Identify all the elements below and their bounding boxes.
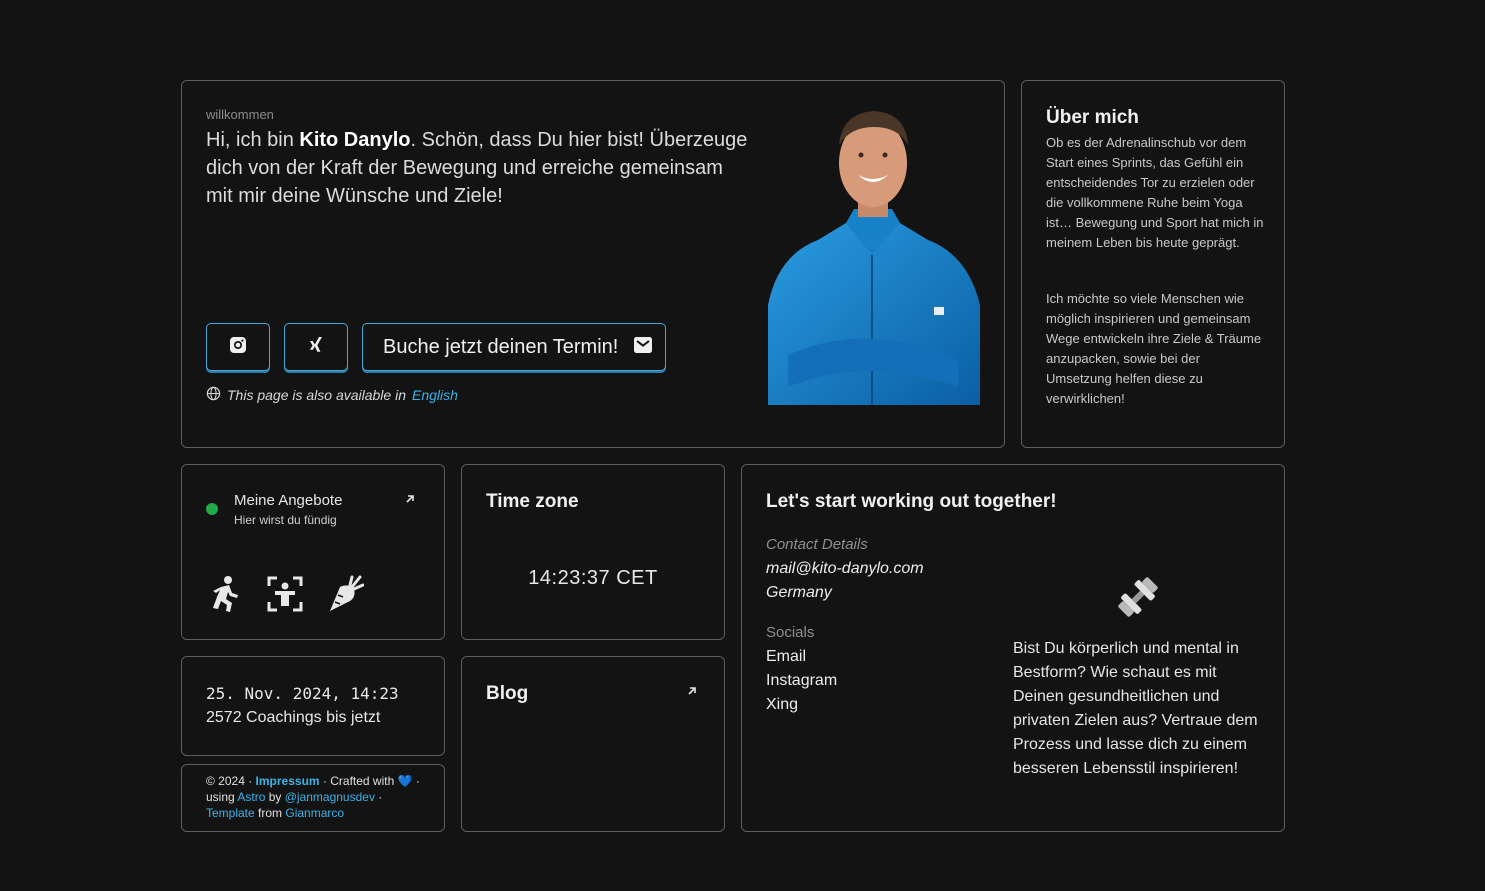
footer-from: from: [254, 806, 286, 820]
language-notice: This page is also available in English: [206, 386, 458, 404]
xing-icon: [308, 336, 324, 359]
current-datetime: 25. Nov. 2024, 14:23: [206, 684, 399, 703]
instagram-button[interactable]: [206, 323, 270, 371]
stats-card: 25. Nov. 2024, 14:23 2572 Coachings bis …: [181, 656, 445, 756]
template-link[interactable]: Template: [206, 806, 255, 820]
status-dot: [206, 503, 218, 515]
envelope-icon: [634, 336, 653, 359]
offers-subtitle: Hier wirst du fündig: [234, 513, 337, 527]
dumbbell-icon: [1114, 573, 1162, 621]
contact-details-label: Contact Details: [766, 536, 868, 553]
hero-intro: Hi, ich bin Kito Danylo. Schön, dass Du …: [206, 126, 754, 210]
globe-icon: [206, 386, 221, 404]
about-card: Über mich Ob es der Adrenalinschub vor d…: [1021, 80, 1285, 448]
book-appointment-button[interactable]: Buche jetzt deinen Termin!: [362, 323, 666, 371]
heart-icon: 💙: [397, 774, 413, 788]
language-notice-text: This page is also available in: [227, 387, 406, 403]
offer-icons: [206, 575, 364, 613]
social-link-instagram[interactable]: Instagram: [766, 672, 837, 690]
footer-using: using: [206, 790, 238, 804]
footer-text: © 2024 · Impressum · Crafted with 💙 · us…: [206, 773, 434, 821]
socials-label: Socials: [766, 624, 815, 641]
timezone-clock: 14:23:37 CET: [528, 567, 658, 589]
profile-photo: [768, 105, 980, 405]
contact-email-link[interactable]: mail@kito-danylo.com: [766, 560, 924, 578]
xing-button[interactable]: [284, 323, 348, 371]
offers-title: Meine Angebote: [234, 492, 343, 509]
arrow-up-right-icon[interactable]: [686, 684, 698, 700]
footer-copyright: © 2024 ·: [206, 774, 256, 788]
social-link-email[interactable]: Email: [766, 648, 806, 666]
coachings-count: 2572 Coachings bis jetzt: [206, 709, 381, 726]
timezone-card: Time zone 14:23:37 CET: [461, 464, 725, 640]
hero-greeting-pre: Hi, ich bin: [206, 129, 300, 151]
hero-name: Kito Danylo: [299, 129, 411, 151]
footer-dot: ·: [412, 774, 420, 788]
offers-card[interactable]: Meine Angebote Hier wirst du fündig: [181, 464, 445, 640]
impressum-link[interactable]: Impressum: [256, 774, 320, 788]
contact-card: Let's start working out together! Contac…: [741, 464, 1285, 832]
footer-by: by: [265, 790, 285, 804]
english-link[interactable]: English: [412, 387, 458, 403]
hero-eyebrow: willkommen: [206, 107, 274, 122]
fitness-scan-icon: [266, 575, 304, 613]
blog-card[interactable]: Blog: [461, 656, 725, 832]
about-title: Über mich: [1046, 107, 1139, 128]
contact-pitch: Bist Du körperlich und mental in Bestfor…: [1013, 640, 1258, 777]
instagram-icon: [229, 336, 247, 359]
book-appointment-label: Buche jetzt deinen Termin!: [383, 335, 619, 358]
about-paragraph-2: Ich möchte so viele Menschen wie möglich…: [1046, 291, 1262, 406]
contact-title: Let's start working out together!: [766, 491, 1057, 512]
footer-crafted: · Crafted with: [319, 774, 398, 788]
social-link-xing[interactable]: Xing: [766, 696, 798, 714]
footer-dot-2: ·: [374, 790, 383, 804]
about-paragraph-1: Ob es der Adrenalinschub vor dem Start e…: [1046, 135, 1264, 250]
hero-card: willkommen Hi, ich bin Kito Danylo. Schö…: [181, 80, 1005, 448]
footer-card: © 2024 · Impressum · Crafted with 💙 · us…: [181, 764, 445, 832]
blog-title: Blog: [486, 683, 529, 704]
arrow-up-right-icon[interactable]: [404, 492, 416, 508]
gianmarco-link[interactable]: Gianmarco: [285, 806, 344, 820]
timezone-title: Time zone: [486, 491, 579, 512]
author-link[interactable]: @janmagnusdev: [285, 790, 375, 804]
contact-country: Germany: [766, 584, 832, 601]
astro-link[interactable]: Astro: [237, 790, 265, 804]
running-icon: [206, 575, 244, 613]
carrot-icon: [326, 575, 364, 613]
